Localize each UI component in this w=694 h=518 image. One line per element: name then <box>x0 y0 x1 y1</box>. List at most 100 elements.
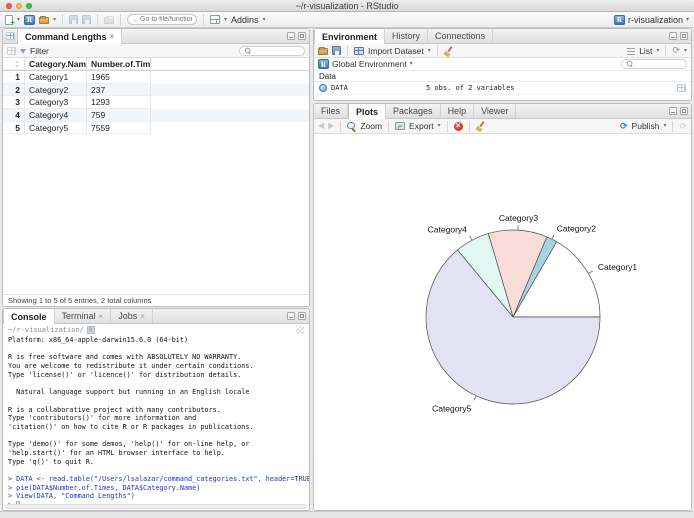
print-icon[interactable] <box>104 15 115 24</box>
list-view-button[interactable]: List <box>639 46 652 56</box>
table-row[interactable]: 1 Category1 1965 <box>3 71 309 84</box>
save-all-icon[interactable] <box>82 15 92 24</box>
goto-file-input[interactable] <box>140 16 193 23</box>
columns-icon[interactable] <box>7 46 16 55</box>
list-view-caret-icon[interactable]: ▾ <box>656 48 659 54</box>
maximize-pane-icon[interactable] <box>298 312 306 320</box>
maximize-pane-icon[interactable] <box>298 32 306 40</box>
import-dataset-caret-icon[interactable]: ▾ <box>428 48 431 54</box>
data-viewer-tabbar: Command Lengths × <box>3 29 309 44</box>
remove-plot-icon[interactable] <box>453 121 463 131</box>
console-tabbar: Console Terminal × Jobs × <box>3 309 309 324</box>
tab-console[interactable]: Console <box>3 309 55 324</box>
publish-caret-icon[interactable]: ▾ <box>663 123 666 129</box>
zoom-plot-icon[interactable] <box>347 121 356 131</box>
export-button[interactable]: Export <box>409 121 434 131</box>
row-number-header[interactable] <box>3 58 25 70</box>
sort-icon <box>15 59 20 68</box>
table-row[interactable]: 2 Category2 237 <box>3 83 309 97</box>
close-tab-icon[interactable]: × <box>99 312 104 321</box>
horizontal-scrollbar[interactable] <box>5 504 307 509</box>
console-output[interactable]: Platform: x86_64-apple-darwin15.6.0 (64-… <box>3 335 309 510</box>
pane-layout-icon[interactable] <box>210 15 221 24</box>
table-search-input[interactable] <box>254 47 300 54</box>
save-workspace-icon[interactable] <box>332 46 341 55</box>
goto-file-box[interactable]: → <box>127 14 198 25</box>
publish-button[interactable]: Publish <box>632 121 660 131</box>
tab-jobs[interactable]: Jobs × <box>111 309 153 323</box>
table-search-box[interactable] <box>239 45 305 56</box>
filter-button[interactable]: Filter <box>30 46 49 56</box>
publish-icon[interactable]: ⟳ <box>620 121 628 131</box>
table-cell: 237 <box>87 83 151 97</box>
environment-object-row[interactable]: DATA 5 obs. of 2 variables <box>314 82 691 95</box>
tab-history[interactable]: History <box>385 29 429 43</box>
import-dataset-button[interactable]: Import Dataset <box>368 46 424 56</box>
tab-environment[interactable]: Environment <box>314 29 386 44</box>
data-table-body: 1 Category1 1965 2 Category2 237 3 Category3 129… <box>3 71 309 135</box>
tab-files[interactable]: Files <box>314 104 349 118</box>
export-caret-icon[interactable]: ▾ <box>438 123 441 129</box>
addins-menu[interactable]: Addins <box>231 15 259 25</box>
previous-plot-icon[interactable]: ◀ <box>318 122 324 130</box>
new-file-caret-icon[interactable]: ▾ <box>17 17 20 23</box>
load-workspace-icon[interactable] <box>318 47 328 55</box>
table-cell: 7559 <box>87 121 151 135</box>
project-menu-button[interactable]: r-visualization ▾ <box>613 14 689 25</box>
minimize-pane-icon[interactable] <box>287 32 295 40</box>
clear-plots-icon[interactable] <box>476 121 486 131</box>
refresh-caret-icon[interactable]: ▾ <box>684 48 687 54</box>
view-table-icon[interactable] <box>677 84 686 92</box>
table-cell: Category5 <box>25 121 87 135</box>
window-bottom-edge <box>0 511 694 518</box>
minimize-pane-icon[interactable] <box>669 107 677 115</box>
tab-label: Command Lengths <box>25 31 107 42</box>
minimize-pane-icon[interactable] <box>287 312 295 320</box>
pane-layout-caret-icon[interactable]: ▾ <box>224 17 227 23</box>
table-status-text: Showing 1 to 5 of 5 entries, 2 total col… <box>3 294 309 306</box>
export-plot-icon[interactable] <box>395 122 406 130</box>
table-row[interactable]: 5 Category5 7559 <box>3 121 309 135</box>
tab-help[interactable]: Help <box>441 104 475 118</box>
tab-command-lengths[interactable]: Command Lengths × <box>17 29 123 44</box>
tab-terminal[interactable]: Terminal × <box>55 309 112 323</box>
clear-environment-icon[interactable] <box>444 46 454 56</box>
open-file-icon[interactable] <box>39 16 50 24</box>
refresh-icon[interactable]: ⟳ <box>672 46 680 55</box>
toolbar-divider <box>62 14 64 25</box>
table-row[interactable]: 3 Category3 1293 <box>3 96 309 110</box>
filter-funnel-icon[interactable] <box>20 48 26 54</box>
environment-search-input[interactable] <box>636 60 682 68</box>
open-file-caret-icon[interactable]: ▾ <box>53 17 56 23</box>
maximize-pane-icon[interactable] <box>680 107 688 115</box>
next-plot-icon[interactable]: ▶ <box>328 122 334 130</box>
row-number: 4 <box>3 109 25 122</box>
list-view-icon[interactable] <box>627 47 636 55</box>
minimize-pane-icon[interactable] <box>669 32 677 40</box>
new-file-icon[interactable] <box>5 14 15 27</box>
resize-grip-icon[interactable] <box>296 325 304 334</box>
close-tab-icon[interactable]: × <box>110 32 115 41</box>
scope-caret-icon[interactable]: ▾ <box>410 61 413 67</box>
project-icon <box>613 14 625 25</box>
tab-packages[interactable]: Packages <box>386 104 441 118</box>
console-line: > DATA <- read.table("/Users/lsalazar/co… <box>8 475 310 483</box>
new-project-icon[interactable] <box>24 14 36 25</box>
close-tab-icon[interactable]: × <box>140 312 145 321</box>
scope-selector[interactable]: Global Environment <box>332 59 407 69</box>
refresh-plot-icon[interactable]: ⟳ <box>679 121 687 131</box>
zoom-button[interactable]: Zoom <box>360 121 382 131</box>
save-icon[interactable] <box>69 15 79 24</box>
environment-search-box[interactable] <box>621 59 687 69</box>
import-dataset-icon[interactable] <box>354 46 364 55</box>
addins-caret-icon[interactable]: ▾ <box>263 17 266 23</box>
tab-viewer[interactable]: Viewer <box>474 104 517 118</box>
column-header-number-of-times[interactable]: Number.of.Times <box>87 58 151 70</box>
maximize-pane-icon[interactable] <box>680 32 688 40</box>
tab-connections[interactable]: Connections <box>428 29 494 43</box>
search-icon <box>626 60 633 67</box>
column-header-category-name[interactable]: Category.Name <box>25 58 87 70</box>
table-row[interactable]: 4 Category4 759 <box>3 109 309 122</box>
data-object-icon[interactable] <box>319 84 327 92</box>
tab-plots[interactable]: Plots <box>348 104 387 119</box>
